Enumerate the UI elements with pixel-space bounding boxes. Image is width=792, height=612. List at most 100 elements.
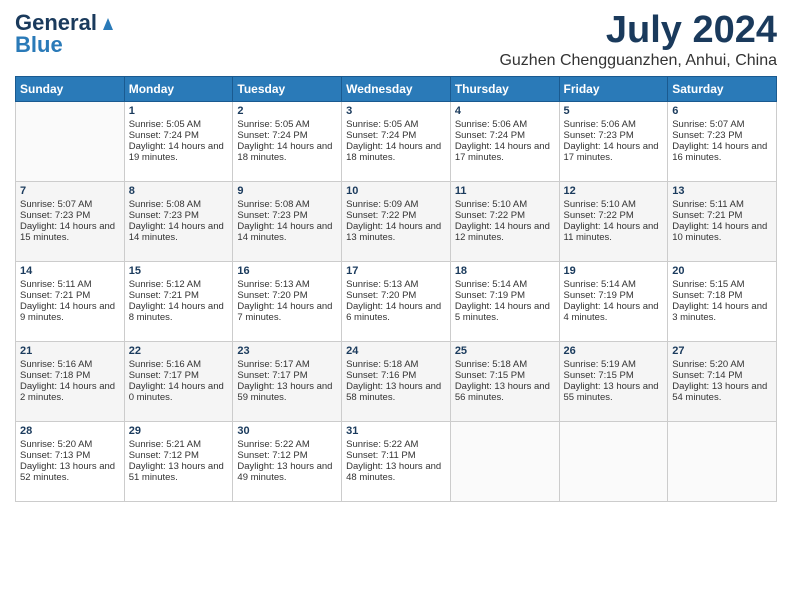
calendar-cell: 26 Sunrise: 5:19 AMSunset: 7:15 PMDayligh… — [559, 341, 668, 421]
sunset: Sunset: 7:23 PM — [129, 210, 199, 221]
calendar-cell: 3Sunrise: 5:05 AMSunset: 7:24 PMDaylight… — [342, 101, 451, 181]
daylight: Daylight: 14 hours and 3 minutes. — [672, 301, 767, 323]
sunrise: Sunrise: 5:05 AM — [237, 119, 309, 130]
calendar-cell: 12Sunrise: 5:10 AMSunset: 7:22 PMDayligh… — [559, 181, 668, 261]
calendar-cell: 13Sunrise: 5:11 AMSunset: 7:21 PMDayligh… — [668, 181, 777, 261]
sunset: Sunset: 7:19 PM — [564, 290, 634, 301]
sunrise: Sunrise: 5:10 AM — [455, 199, 527, 210]
calendar-cell: 7 Sunrise: 5:07 AMSunset: 7:23 PMDaylight… — [16, 181, 125, 261]
daylight: Daylight: 13 hours and 58 minutes. — [346, 381, 441, 403]
location: Guzhen Chengguanzhen, Anhui, China — [499, 52, 777, 70]
sunrise: Sunrise: 5:13 AM — [346, 279, 418, 290]
day-number: 17 — [346, 265, 446, 277]
sunset: Sunset: 7:23 PM — [564, 130, 634, 141]
sunrise: Sunrise: 5:22 AM — [237, 439, 309, 450]
sunrise: Sunrise: 5:06 AM — [564, 119, 636, 130]
logo-icon — [99, 14, 117, 32]
sunrise: Sunrise: 5:07 AM — [20, 199, 92, 210]
calendar-week-2: 14Sunrise: 5:11 AMSunset: 7:21 PMDayligh… — [16, 261, 777, 341]
calendar-header-row: Sunday Monday Tuesday Wednesday Thursday… — [16, 76, 777, 101]
sunrise: Sunrise: 5:20 AM — [672, 359, 744, 370]
sunset: Sunset: 7:15 PM — [564, 370, 634, 381]
daylight: Daylight: 14 hours and 15 minutes. — [20, 221, 115, 243]
header: General Blue July 2024 Guzhen Chengguanz… — [15, 10, 777, 70]
sunrise: Sunrise: 5:14 AM — [564, 279, 636, 290]
day-number: 21 — [20, 345, 120, 357]
calendar-week-4: 28Sunrise: 5:20 AMSunset: 7:13 PMDayligh… — [16, 421, 777, 501]
daylight: Daylight: 14 hours and 0 minutes. — [129, 381, 224, 403]
sunset: Sunset: 7:23 PM — [20, 210, 90, 221]
calendar-cell: 6Sunrise: 5:07 AMSunset: 7:23 PMDaylight… — [668, 101, 777, 181]
daylight: Daylight: 14 hours and 9 minutes. — [20, 301, 115, 323]
calendar-cell: 14Sunrise: 5:11 AMSunset: 7:21 PMDayligh… — [16, 261, 125, 341]
sunset: Sunset: 7:21 PM — [672, 210, 742, 221]
daylight: Daylight: 14 hours and 14 minutes. — [129, 221, 224, 243]
calendar-cell — [450, 421, 559, 501]
sunrise: Sunrise: 5:21 AM — [129, 439, 201, 450]
day-number: 28 — [20, 425, 120, 437]
sunset: Sunset: 7:13 PM — [20, 450, 90, 461]
sunrise: Sunrise: 5:13 AM — [237, 279, 309, 290]
day-number: 4 — [455, 105, 555, 117]
day-number: 7 — [20, 185, 120, 197]
day-number: 10 — [346, 185, 446, 197]
calendar-cell — [16, 101, 125, 181]
day-number: 19 — [564, 265, 664, 277]
daylight: Daylight: 14 hours and 4 minutes. — [564, 301, 659, 323]
sunrise: Sunrise: 5:14 AM — [455, 279, 527, 290]
sunset: Sunset: 7:20 PM — [346, 290, 416, 301]
calendar-week-0: 1Sunrise: 5:05 AMSunset: 7:24 PMDaylight… — [16, 101, 777, 181]
sunrise: Sunrise: 5:08 AM — [129, 199, 201, 210]
daylight: Daylight: 13 hours and 54 minutes. — [672, 381, 767, 403]
day-number: 18 — [455, 265, 555, 277]
header-friday: Friday — [559, 76, 668, 101]
sunset: Sunset: 7:24 PM — [346, 130, 416, 141]
day-number: 30 — [237, 425, 337, 437]
sunset: Sunset: 7:12 PM — [237, 450, 307, 461]
sunrise: Sunrise: 5:08 AM — [237, 199, 309, 210]
daylight: Daylight: 14 hours and 17 minutes. — [455, 141, 550, 163]
sunset: Sunset: 7:18 PM — [672, 290, 742, 301]
day-number: 3 — [346, 105, 446, 117]
calendar-cell: 11Sunrise: 5:10 AMSunset: 7:22 PMDayligh… — [450, 181, 559, 261]
sunrise: Sunrise: 5:15 AM — [672, 279, 744, 290]
sunset: Sunset: 7:23 PM — [672, 130, 742, 141]
daylight: Daylight: 13 hours and 51 minutes. — [129, 461, 224, 483]
calendar-week-3: 21Sunrise: 5:16 AMSunset: 7:18 PMDayligh… — [16, 341, 777, 421]
calendar-cell: 19 Sunrise: 5:14 AMSunset: 7:19 PMDayligh… — [559, 261, 668, 341]
day-number: 20 — [672, 265, 772, 277]
calendar-cell: 18Sunrise: 5:14 AMSunset: 7:19 PMDayligh… — [450, 261, 559, 341]
daylight: Daylight: 14 hours and 7 minutes. — [237, 301, 332, 323]
sunrise: Sunrise: 5:12 AM — [129, 279, 201, 290]
day-number: 5 — [564, 105, 664, 117]
daylight: Daylight: 14 hours and 6 minutes. — [346, 301, 441, 323]
daylight: Daylight: 14 hours and 16 minutes. — [672, 141, 767, 163]
sunset: Sunset: 7:14 PM — [672, 370, 742, 381]
sunset: Sunset: 7:22 PM — [346, 210, 416, 221]
sunrise: Sunrise: 5:17 AM — [237, 359, 309, 370]
day-number: 26 — [564, 345, 664, 357]
sunset: Sunset: 7:21 PM — [20, 290, 90, 301]
sunrise: Sunrise: 5:07 AM — [672, 119, 744, 130]
day-number: 31 — [346, 425, 446, 437]
daylight: Daylight: 14 hours and 17 minutes. — [564, 141, 659, 163]
calendar-cell: 17 Sunrise: 5:13 AMSunset: 7:20 PMDayligh… — [342, 261, 451, 341]
calendar-cell: 9Sunrise: 5:08 AMSunset: 7:23 PMDaylight… — [233, 181, 342, 261]
sunrise: Sunrise: 5:10 AM — [564, 199, 636, 210]
day-number: 14 — [20, 265, 120, 277]
daylight: Daylight: 14 hours and 18 minutes. — [237, 141, 332, 163]
sunrise: Sunrise: 5:22 AM — [346, 439, 418, 450]
calendar-cell: 2Sunrise: 5:05 AMSunset: 7:24 PMDaylight… — [233, 101, 342, 181]
day-number: 8 — [129, 185, 229, 197]
daylight: Daylight: 13 hours and 55 minutes. — [564, 381, 659, 403]
day-number: 2 — [237, 105, 337, 117]
daylight: Daylight: 14 hours and 10 minutes. — [672, 221, 767, 243]
sunrise: Sunrise: 5:06 AM — [455, 119, 527, 130]
title-block: July 2024 Guzhen Chengguanzhen, Anhui, C… — [499, 10, 777, 70]
day-number: 27 — [672, 345, 772, 357]
daylight: Daylight: 13 hours and 49 minutes. — [237, 461, 332, 483]
sunrise: Sunrise: 5:19 AM — [564, 359, 636, 370]
sunrise: Sunrise: 5:09 AM — [346, 199, 418, 210]
daylight: Daylight: 14 hours and 18 minutes. — [346, 141, 441, 163]
sunrise: Sunrise: 5:16 AM — [129, 359, 201, 370]
